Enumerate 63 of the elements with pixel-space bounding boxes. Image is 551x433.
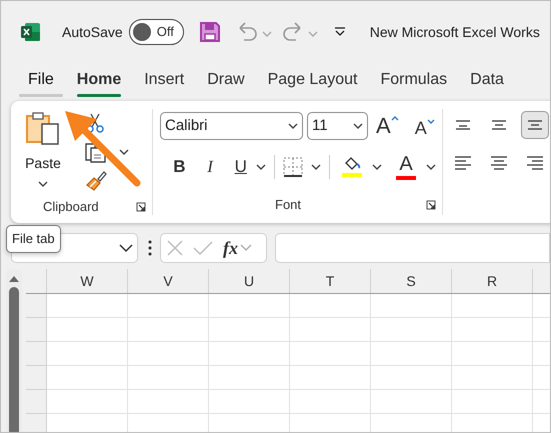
ribbon-tab[interactable]: Formulas bbox=[370, 63, 458, 97]
up-caret-icon bbox=[390, 115, 399, 121]
check-icon[interactable] bbox=[193, 240, 213, 256]
caret-icon[interactable] bbox=[119, 148, 129, 156]
clipboard-icon bbox=[25, 111, 61, 147]
caret-icon bbox=[119, 243, 133, 253]
bold-button[interactable]: B bbox=[168, 154, 191, 180]
customize-toolbar-icon[interactable] bbox=[334, 26, 346, 38]
autosave-label: AutoSave bbox=[62, 22, 123, 42]
caret-icon bbox=[288, 122, 298, 130]
excel-logo-icon[interactable] bbox=[21, 22, 41, 42]
caret-icon bbox=[353, 122, 363, 130]
align-icon bbox=[528, 120, 542, 130]
ribbon-tab[interactable]: File bbox=[18, 63, 64, 97]
cut-icon[interactable] bbox=[85, 113, 105, 133]
ribbon-tab[interactable]: Data bbox=[460, 63, 514, 97]
column-header[interactable]: V bbox=[163, 270, 173, 292]
tooltip: File tab bbox=[6, 225, 61, 252]
align-icon bbox=[527, 156, 543, 170]
align-icon bbox=[455, 156, 471, 170]
copy-icon[interactable] bbox=[85, 141, 107, 163]
column-header[interactable]: T bbox=[326, 270, 334, 292]
decrease-font-size-button[interactable]: A bbox=[414, 116, 435, 136]
scroll-thumb[interactable] bbox=[9, 287, 19, 432]
caret-icon[interactable] bbox=[311, 163, 322, 171]
borders-icon[interactable] bbox=[283, 157, 304, 177]
ribbon-tab[interactable]: Insert bbox=[134, 63, 194, 97]
scroll-up-icon[interactable] bbox=[8, 275, 20, 283]
align-icon bbox=[491, 156, 507, 170]
save-icon[interactable] bbox=[200, 22, 220, 42]
column-header[interactable]: W bbox=[80, 270, 94, 292]
underline-button[interactable]: U bbox=[229, 154, 252, 180]
column-header[interactable]: S bbox=[406, 270, 416, 292]
italic-button[interactable]: I bbox=[198, 154, 222, 180]
font-name-dropdown[interactable]: Calibri bbox=[160, 112, 303, 140]
font-color-letter[interactable]: A bbox=[399, 154, 413, 174]
bottom-align-button[interactable] bbox=[521, 111, 549, 139]
cell-grid[interactable] bbox=[47, 294, 550, 432]
caret-icon[interactable] bbox=[426, 163, 436, 171]
ribbon-tab[interactable]: Draw bbox=[197, 63, 255, 97]
more-options-icon[interactable] bbox=[148, 240, 152, 256]
align-icon bbox=[456, 120, 470, 130]
autosave-toggle[interactable]: Off bbox=[128, 19, 184, 45]
font-size-dropdown[interactable]: 11 bbox=[307, 112, 368, 140]
dialog-launcher-icon[interactable] bbox=[136, 202, 146, 212]
caret-icon bbox=[38, 180, 48, 188]
increase-font-size-button[interactable]: A bbox=[376, 115, 399, 137]
caret-icon[interactable] bbox=[256, 163, 266, 171]
caret-icon bbox=[240, 244, 252, 252]
dialog-launcher-icon[interactable] bbox=[426, 200, 436, 210]
ribbon-tab[interactable]: Home bbox=[66, 63, 132, 97]
group-label: Font bbox=[275, 196, 302, 214]
align-icon bbox=[492, 120, 506, 130]
document-title: New Microsoft Excel Works bbox=[370, 22, 540, 42]
group-label: Clipboard bbox=[43, 198, 99, 216]
column-header[interactable]: R bbox=[486, 270, 498, 292]
caret-icon bbox=[426, 118, 435, 124]
scrollbar[interactable] bbox=[6, 269, 22, 432]
formula-input[interactable] bbox=[275, 233, 550, 263]
ribbon-tab[interactable]: Page Layout bbox=[258, 63, 368, 97]
format-painter-icon[interactable] bbox=[85, 171, 107, 191]
column-header[interactable]: U bbox=[244, 270, 254, 292]
caret-icon[interactable] bbox=[372, 163, 382, 171]
